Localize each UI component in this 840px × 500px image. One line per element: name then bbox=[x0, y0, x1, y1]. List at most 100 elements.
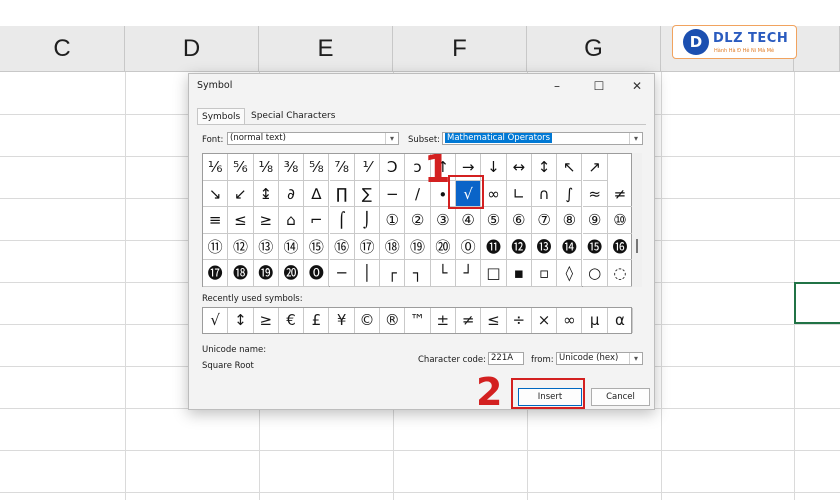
symbol-cell[interactable]: ⑬ bbox=[253, 233, 279, 260]
symbol-grid-scrollbar[interactable] bbox=[632, 153, 642, 287]
symbol-cell[interactable]: ⌠ bbox=[329, 207, 355, 234]
symbol-cell[interactable]: ⅜ bbox=[278, 154, 305, 181]
recent-symbol-cell[interactable]: ÷ bbox=[507, 308, 532, 333]
symbol-cell[interactable]: Ↄ bbox=[380, 154, 406, 181]
symbol-cell[interactable]: ⓴ bbox=[278, 260, 305, 287]
symbol-cell[interactable]: ⑲ bbox=[405, 233, 431, 260]
from-dropdown[interactable]: Unicode (hex) ▾ bbox=[556, 352, 643, 365]
symbol-cell[interactable]: ⅞ bbox=[329, 154, 355, 181]
symbol-cell[interactable]: ↗ bbox=[582, 154, 608, 181]
symbol-cell[interactable]: ⌂ bbox=[278, 207, 305, 234]
symbol-cell[interactable]: ≈ bbox=[582, 180, 608, 207]
column-header-e[interactable]: E bbox=[259, 26, 393, 72]
recent-symbol-cell[interactable]: © bbox=[355, 308, 381, 333]
recent-symbol-cell[interactable]: α bbox=[608, 308, 634, 333]
symbol-cell[interactable]: ④ bbox=[456, 207, 482, 234]
symbol-cell[interactable]: ∂ bbox=[278, 180, 305, 207]
symbol-cell[interactable]: ─ bbox=[329, 260, 355, 287]
symbol-cell[interactable]: ⓿ bbox=[304, 260, 330, 287]
recent-symbol-cell[interactable]: £ bbox=[304, 308, 330, 333]
symbol-cell[interactable]: ③ bbox=[430, 207, 456, 234]
symbol-cell[interactable]: ⓯ bbox=[582, 233, 608, 260]
symbol-cell[interactable]: ⑰ bbox=[354, 233, 381, 260]
symbol-cell[interactable]: ⑧ bbox=[557, 207, 583, 234]
symbol-cell[interactable]: ↨ bbox=[253, 180, 279, 207]
symbol-cell[interactable]: ∟ bbox=[506, 180, 532, 207]
symbol-cell[interactable]: ┐ bbox=[405, 260, 431, 287]
symbol-cell[interactable]: ⓱ bbox=[203, 260, 229, 287]
recent-symbol-cell[interactable]: ∞ bbox=[557, 308, 583, 333]
symbol-cell[interactable]: ∩ bbox=[531, 180, 558, 207]
symbol-cell[interactable]: ◌ bbox=[607, 260, 634, 287]
symbol-cell[interactable]: ⑥ bbox=[506, 207, 532, 234]
chevron-down-icon[interactable]: ▾ bbox=[629, 133, 642, 144]
symbol-cell[interactable]: ∆ bbox=[304, 180, 330, 207]
symbol-cell[interactable]: ≥ bbox=[253, 207, 279, 234]
symbol-cell[interactable]: ≠ bbox=[607, 180, 634, 207]
minimize-button[interactable]: – bbox=[539, 76, 575, 96]
chevron-down-icon[interactable]: ▾ bbox=[629, 353, 642, 364]
symbol-cell[interactable]: ⑤ bbox=[481, 207, 507, 234]
symbol-cell[interactable]: ⑮ bbox=[304, 233, 330, 260]
recent-symbol-cell[interactable]: √ bbox=[203, 308, 229, 333]
column-header-f[interactable]: F bbox=[393, 26, 527, 72]
symbol-cell[interactable]: ▫ bbox=[531, 260, 558, 287]
symbol-cell[interactable]: │ bbox=[354, 260, 381, 287]
symbol-cell[interactable]: ≡ bbox=[203, 207, 229, 234]
character-code-input[interactable]: 221A bbox=[488, 352, 524, 365]
symbol-cell[interactable]: ⌡ bbox=[354, 207, 381, 234]
recent-symbol-cell[interactable]: € bbox=[279, 308, 305, 333]
symbol-cell[interactable]: ◊ bbox=[557, 260, 583, 287]
recent-symbol-cell[interactable]: × bbox=[532, 308, 558, 333]
symbol-cell[interactable]: ⓭ bbox=[531, 233, 558, 260]
symbol-cell[interactable]: ∑ bbox=[354, 180, 381, 207]
column-header-g[interactable]: G bbox=[527, 26, 661, 72]
symbol-cell[interactable]: ↖ bbox=[557, 154, 583, 181]
symbol-cell[interactable]: ⑨ bbox=[582, 207, 608, 234]
symbol-cell[interactable]: ⓫ bbox=[481, 233, 507, 260]
symbol-cell[interactable]: ⓮ bbox=[557, 233, 583, 260]
column-header-d[interactable]: D bbox=[125, 26, 259, 72]
symbol-cell[interactable]: ⓲ bbox=[228, 260, 254, 287]
symbol-cell[interactable]: ⅟ bbox=[354, 154, 381, 181]
symbol-cell[interactable]: ⓬ bbox=[506, 233, 532, 260]
symbol-cell[interactable]: ⑫ bbox=[228, 233, 254, 260]
symbol-cell[interactable]: ↙ bbox=[228, 180, 254, 207]
font-dropdown[interactable]: (normal text) ▾ bbox=[227, 132, 399, 145]
symbol-cell[interactable]: ⅙ bbox=[203, 154, 229, 181]
symbol-cell[interactable]: ⓪ bbox=[456, 233, 482, 260]
symbol-cell[interactable]: ⅛ bbox=[253, 154, 279, 181]
symbol-cell[interactable]: ⑳ bbox=[430, 233, 456, 260]
symbol-cell[interactable]: ⓰ bbox=[607, 233, 634, 260]
symbol-cell[interactable]: ② bbox=[405, 207, 431, 234]
symbol-cell[interactable]: ⑩ bbox=[607, 207, 634, 234]
symbol-cell[interactable]: ⑭ bbox=[278, 233, 305, 260]
symbol-cell[interactable]: ⅚ bbox=[228, 154, 254, 181]
symbol-cell[interactable]: □ bbox=[481, 260, 507, 287]
subset-dropdown[interactable]: Mathematical Operators ▾ bbox=[442, 132, 643, 145]
symbol-cell[interactable]: ∏ bbox=[329, 180, 355, 207]
symbol-cell[interactable]: ① bbox=[380, 207, 406, 234]
symbol-cell[interactable]: ⑯ bbox=[329, 233, 355, 260]
symbol-cell[interactable]: ∞ bbox=[481, 180, 507, 207]
recent-symbol-cell[interactable]: ≠ bbox=[456, 308, 482, 333]
symbol-cell[interactable]: ⑱ bbox=[380, 233, 406, 260]
symbol-cell[interactable]: ⑦ bbox=[531, 207, 558, 234]
recent-symbol-cell[interactable]: ≥ bbox=[254, 308, 279, 333]
column-header-next[interactable] bbox=[794, 26, 840, 72]
maximize-button[interactable]: ☐ bbox=[581, 76, 617, 96]
selected-cell[interactable] bbox=[794, 282, 840, 324]
chevron-down-icon[interactable]: ▾ bbox=[385, 133, 398, 144]
recent-symbol-cell[interactable]: ® bbox=[380, 308, 406, 333]
tab-symbols[interactable]: Symbols bbox=[197, 108, 246, 125]
symbol-cell[interactable]: ┌ bbox=[380, 260, 406, 287]
cancel-button[interactable]: Cancel bbox=[591, 388, 650, 406]
symbol-cell[interactable]: − bbox=[380, 180, 406, 207]
symbol-cell[interactable]: ⌐ bbox=[304, 207, 330, 234]
symbol-cell[interactable]: ⓳ bbox=[253, 260, 279, 287]
recent-symbol-cell[interactable]: µ bbox=[583, 308, 608, 333]
recent-symbol-cell[interactable]: ↕ bbox=[228, 308, 254, 333]
symbol-cell[interactable]: ↕ bbox=[531, 154, 558, 181]
symbol-cell[interactable]: └ bbox=[430, 260, 456, 287]
recent-symbol-cell[interactable]: ≤ bbox=[481, 308, 507, 333]
